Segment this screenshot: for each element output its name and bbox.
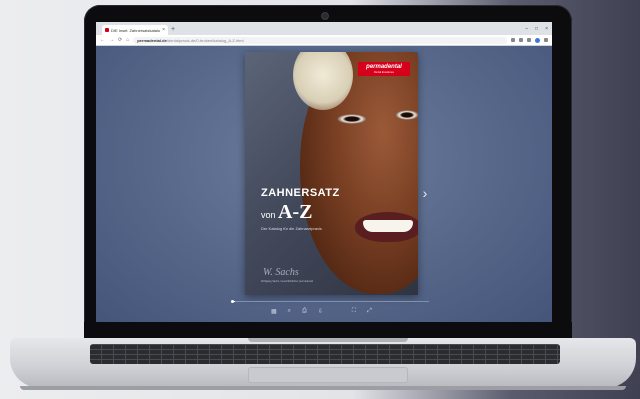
laptop-keyboard xyxy=(90,344,560,364)
logo-brand: permadental xyxy=(366,64,402,70)
browser-address-bar: ← → ⟳ ⌂ permadental.de /dentalpraxis-de/… xyxy=(96,35,552,46)
webcam xyxy=(321,12,329,20)
progress-handle[interactable] xyxy=(231,300,234,303)
url-input[interactable]: permadental.de /dentalpraxis-de/0-broken… xyxy=(133,36,507,44)
screen-bezel xyxy=(84,322,572,339)
logo-tagline: Dental Excellence xyxy=(373,71,394,74)
laptop-mockup: DIE Insel: Zahnersatzkatalog_A-Z × + – □… xyxy=(0,0,640,399)
minimize-button[interactable]: – xyxy=(525,26,528,32)
maximize-button[interactable]: □ xyxy=(535,26,538,32)
catalog-cover-page[interactable]: permadental Dental Excellence ZAHNERSATZ… xyxy=(245,52,418,295)
viewer-toolbar: ▦ ⌕ ⎙ ⇩ ⛶ ⤢ xyxy=(271,308,372,315)
cover-subtitle: Der Katalog für die Zahnarztpraxis xyxy=(261,226,322,231)
menu-icon[interactable] xyxy=(527,38,531,42)
laptop-screen: DIE Insel: Zahnersatzkatalog_A-Z × + – □… xyxy=(96,22,552,322)
laptop-foot xyxy=(20,386,626,390)
tab-title: DIE Insel: Zahnersatzkatalog_A-Z xyxy=(111,27,161,33)
close-window-button[interactable]: × xyxy=(545,26,548,32)
extension-icons xyxy=(511,37,548,43)
new-tab-button[interactable]: + xyxy=(171,25,175,35)
browser-tab[interactable]: DIE Insel: Zahnersatzkatalog_A-Z × xyxy=(102,25,168,35)
home-button[interactable]: ⌂ xyxy=(126,37,129,43)
tab-close-icon[interactable]: × xyxy=(162,27,165,33)
cover-photo-teeth xyxy=(363,220,413,232)
profile-avatar[interactable] xyxy=(535,37,540,43)
next-page-icon[interactable]: › xyxy=(418,186,432,200)
cover-photo-eye-left xyxy=(337,114,367,124)
fullscreen-icon[interactable]: ⛶ xyxy=(352,308,356,315)
favicon-icon xyxy=(105,28,109,32)
cover-title: ZAHNERSATZ xyxy=(261,187,340,199)
cover-signature: W. Sachs xyxy=(263,267,299,278)
cover-title-von: von xyxy=(261,210,279,220)
thumbnails-icon[interactable]: ▦ xyxy=(271,308,277,315)
page-progress-bar[interactable] xyxy=(231,300,429,303)
forward-button[interactable]: → xyxy=(109,37,114,43)
expand-icon[interactable]: ⤢ xyxy=(367,308,372,315)
print-icon[interactable]: ⎙ xyxy=(302,308,307,315)
cover-photo-eye-right xyxy=(395,110,418,120)
permadental-logo: permadental Dental Excellence xyxy=(358,62,410,76)
window-controls: – □ × xyxy=(525,23,552,35)
cover-signature-caption: Wolfgang Sachs, Geschäftsführer permaden… xyxy=(261,280,313,283)
laptop-trackpad xyxy=(248,367,408,383)
zoom-icon[interactable]: ⌕ xyxy=(288,308,291,315)
download-icon[interactable]: ⇩ xyxy=(318,308,323,315)
extension-icon[interactable] xyxy=(519,38,523,42)
url-path: /dentalpraxis-de/0-broken/katalog_A-Z.ht… xyxy=(166,37,244,43)
back-button[interactable]: ← xyxy=(100,37,105,43)
more-options-icon[interactable] xyxy=(544,38,548,42)
cover-title-letters: A-Z xyxy=(278,201,313,223)
flipbook-viewer: permadental Dental Excellence ZAHNERSATZ… xyxy=(96,46,552,322)
reload-button[interactable]: ⟳ xyxy=(118,37,122,43)
cover-title-az: von A-Z xyxy=(261,201,312,224)
star-icon[interactable] xyxy=(511,38,515,42)
browser-tab-bar: DIE Insel: Zahnersatzkatalog_A-Z × + – □… xyxy=(96,22,552,35)
laptop-hinge xyxy=(248,338,408,342)
url-domain: permadental.de xyxy=(137,37,167,43)
